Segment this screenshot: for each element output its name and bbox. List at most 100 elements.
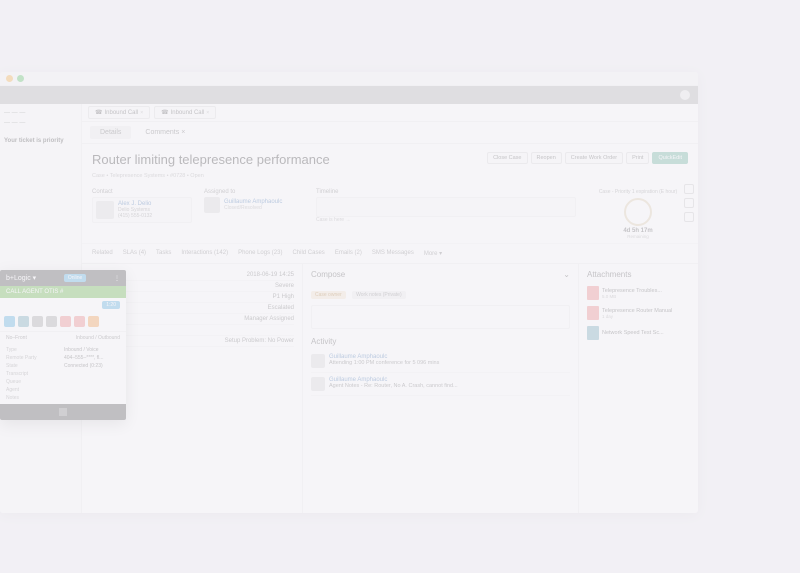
attachment-item[interactable]: Telepresence Troubles...5.0 MB <box>587 283 690 303</box>
cti-more-icon[interactable] <box>88 316 99 327</box>
close-icon: × <box>181 129 185 136</box>
record-tabstrip: ☎ Inbound Call × ☎ Inbound Call × <box>82 104 698 122</box>
ctab-related[interactable]: Related <box>92 250 113 257</box>
compose-activity-panel: Compose⌄ Case owner Work notes (Private)… <box>302 264 578 513</box>
assignee[interactable]: Guillaume Amphaoulc Closed/Resolved <box>204 197 304 213</box>
attachment-name: Network Speed Test Sc... <box>602 330 664 336</box>
cti-footer <box>0 404 126 420</box>
breadcrumb: Case • Telepresence Systems • #0728 • Op… <box>82 173 698 185</box>
close-icon[interactable]: × <box>140 110 143 116</box>
cti-brand[interactable]: b+Logic ▾ <box>6 274 36 282</box>
assignee-avatar-icon <box>204 197 220 213</box>
ctab-phonelogs[interactable]: Phone Logs (23) <box>238 250 282 257</box>
cti-toolbar <box>0 312 126 331</box>
reopen-button[interactable]: Reopen <box>531 152 562 164</box>
cti-record-icon[interactable] <box>60 316 71 327</box>
contact-phone: (415) 555-0132 <box>118 213 152 219</box>
cti-timer-badge: 1:20 <box>102 301 120 309</box>
rail-icon[interactable] <box>684 198 694 208</box>
case-title: Router limiting telepresence performance <box>92 152 330 167</box>
sidebar-item[interactable]: — — — <box>4 108 77 118</box>
file-pdf-icon <box>587 286 599 300</box>
activity-text: Agent Notes - Re: Router, No A. Crash, c… <box>329 383 458 389</box>
attachment-item[interactable]: Telepresence Router Manual1 day <box>587 303 690 323</box>
cti-dock-icon[interactable] <box>59 408 67 416</box>
close-case-button[interactable]: Close Case <box>487 152 527 164</box>
window-chrome <box>0 72 698 86</box>
attachment-item[interactable]: Network Speed Test Sc... <box>587 323 690 343</box>
activity-text: Attending 1:00 PM conference for 5 096 m… <box>329 360 439 366</box>
sla-sub: Remaining <box>588 234 688 239</box>
assigned-label: Assigned to <box>204 189 304 195</box>
main-panel: ☎ Inbound Call × ☎ Inbound Call × Detail… <box>82 104 698 513</box>
traffic-light-icon[interactable] <box>6 75 13 82</box>
titlebar <box>0 86 698 104</box>
cti-tab-a[interactable]: No–Front <box>6 335 27 341</box>
tab-inbound-call[interactable]: ☎ Inbound Call × <box>154 106 216 119</box>
sidebar-heading: Your ticket is priority <box>4 138 77 144</box>
cti-body: TypeInbound / Voice Remote Party404–555–… <box>0 344 126 404</box>
file-pdf-icon <box>587 306 599 320</box>
activity-title: Activity <box>311 337 570 346</box>
timeline-chart <box>316 197 576 217</box>
cti-hangup-icon[interactable] <box>74 316 85 327</box>
ctab-sms[interactable]: SMS Messages <box>372 250 414 257</box>
cti-status-badge[interactable]: Online <box>64 274 86 282</box>
ctab-slas[interactable]: SLAs (4) <box>123 250 146 257</box>
activity-entry: Guillaume Amphaoulc Attending 1:00 PM co… <box>311 350 570 373</box>
assignee-sub: Closed/Resolved <box>224 205 282 211</box>
tab-inbound-call[interactable]: ☎ Inbound Call × <box>88 106 150 119</box>
attachment-name: Telepresence Router Manual <box>602 308 672 314</box>
cti-badge-row: 1:20 <box>0 298 126 312</box>
subtab-details[interactable]: Details <box>90 126 131 139</box>
compose-chip-worknotes[interactable]: Work notes (Private) <box>352 291 405 299</box>
compose-input[interactable] <box>311 305 570 329</box>
right-rail <box>684 184 698 222</box>
rail-icon[interactable] <box>684 212 694 222</box>
sla-label: Case - Priority 1 expiration (E hour) <box>588 189 688 195</box>
attachment-meta: 1 day <box>602 314 672 319</box>
ctab-childcases[interactable]: Child Cases <box>292 250 324 257</box>
cti-tab-b[interactable]: Inbound / Outbound <box>76 335 120 341</box>
cti-header: b+Logic ▾ Online ⋮ <box>0 270 126 286</box>
traffic-light-icon[interactable] <box>17 75 24 82</box>
cti-mute-icon[interactable] <box>18 316 29 327</box>
ctab-more[interactable]: More ▾ <box>424 250 442 257</box>
subtab-comments[interactable]: Comments × <box>135 126 195 139</box>
collapse-icon[interactable]: ⌄ <box>563 270 570 279</box>
close-icon[interactable]: × <box>206 110 209 116</box>
sla-gauge-icon <box>624 198 652 226</box>
ctab-tasks[interactable]: Tasks <box>156 250 171 257</box>
cti-call-banner: CALL AGENT OTIS # <box>0 286 126 298</box>
content-tabstrip: Related SLAs (4) Tasks Interactions (142… <box>82 244 698 264</box>
print-button[interactable]: Print <box>626 152 649 164</box>
cti-menu-icon[interactable]: ⋮ <box>114 275 120 282</box>
attachment-name: Telepresence Troubles... <box>602 288 662 294</box>
cti-hold-icon[interactable] <box>4 316 15 327</box>
attachments-panel: Attachments Telepresence Troubles...5.0 … <box>578 264 698 513</box>
sidebar-item[interactable]: — — — <box>4 118 77 128</box>
compose-chip-owner[interactable]: Case owner <box>311 291 346 299</box>
activity-avatar-icon <box>311 354 325 368</box>
contact-card[interactable]: Alex J. Delio Delio Systems (415) 555-01… <box>92 197 192 223</box>
ctab-interactions[interactable]: Interactions (142) <box>181 250 228 257</box>
contact-label: Contact <box>92 189 192 195</box>
timeline-label: Timeline <box>316 189 576 195</box>
timeline-footer: Case is here → <box>316 217 576 223</box>
create-workorder-button[interactable]: Create Work Order <box>565 152 623 164</box>
quickedit-button[interactable]: QuickEdit <box>652 152 688 164</box>
ctab-emails[interactable]: Emails (2) <box>335 250 362 257</box>
cti-keypad-icon[interactable] <box>32 316 43 327</box>
case-action-bar: Close Case Reopen Create Work Order Prin… <box>487 152 688 164</box>
cti-popup: b+Logic ▾ Online ⋮ CALL AGENT OTIS # 1:2… <box>0 270 126 420</box>
contact-avatar-icon <box>96 201 114 219</box>
activity-avatar-icon <box>311 377 325 391</box>
cti-transfer-icon[interactable] <box>46 316 57 327</box>
user-avatar-icon[interactable] <box>680 90 690 100</box>
subtab-strip: Details Comments × <box>82 122 698 144</box>
file-image-icon <box>587 326 599 340</box>
rail-icon[interactable] <box>684 184 694 194</box>
attachment-meta: 5.0 MB <box>602 294 662 299</box>
activity-entry: Guillaume Amphaoulc Agent Notes - Re: Ro… <box>311 373 570 396</box>
compose-title: Compose⌄ <box>311 270 570 279</box>
